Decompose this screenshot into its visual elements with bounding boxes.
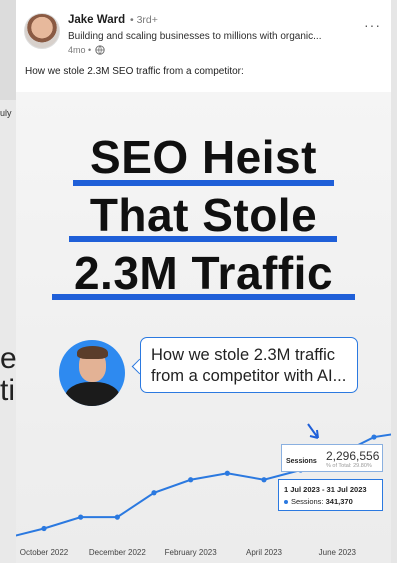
data-point[interactable] xyxy=(261,477,267,483)
chart-tooltip: 1 Jul 2023 - 31 Jul 2023 Sessions: 341,3… xyxy=(278,479,383,511)
tooltip-sessions: Sessions: 341,370 xyxy=(284,497,353,506)
post-age: 4mo • xyxy=(68,45,92,55)
series-dot-icon xyxy=(284,500,288,505)
x-tick-label: February 2023 xyxy=(164,548,217,557)
data-point[interactable] xyxy=(78,514,84,520)
post-meta: 4mo • xyxy=(68,45,105,55)
background-band xyxy=(0,0,16,100)
sessions-label: Sessions xyxy=(286,458,317,465)
quote-bubble-group: How we stole 2.3M traffic from a competi… xyxy=(16,337,391,417)
data-point[interactable] xyxy=(371,434,377,440)
data-point[interactable] xyxy=(151,490,157,496)
author-name[interactable]: Jake Ward xyxy=(68,14,125,26)
arrow-icon xyxy=(307,423,319,439)
sessions-total-box: Sessions 2,296,556 % of Total: 29.80% xyxy=(281,444,383,472)
photo-shirt xyxy=(65,382,120,406)
data-point[interactable] xyxy=(41,525,47,532)
title-underline xyxy=(73,180,334,186)
image-title-line: That Stole xyxy=(89,189,318,241)
sessions-value: 2,296,556 xyxy=(326,449,380,463)
post-header: Jake Ward • 3rd+ Building and scaling bu… xyxy=(16,8,391,60)
title-underline xyxy=(52,294,355,300)
post-text: How we stole 2.3M SEO traffic from a com… xyxy=(25,66,244,77)
tooltip-sessions-label: Sessions: xyxy=(291,497,324,506)
more-options-icon[interactable]: ··· xyxy=(364,18,381,32)
data-point[interactable] xyxy=(224,470,230,476)
x-tick-label: June 2023 xyxy=(318,548,357,557)
background-text-fragment: uly xyxy=(0,108,12,118)
speech-bubble: How we stole 2.3M traffic from a competi… xyxy=(140,337,358,393)
x-tick-label: December 2022 xyxy=(88,548,146,557)
data-point[interactable] xyxy=(188,477,194,483)
x-tick-label: April 2023 xyxy=(245,548,283,557)
background-text-fragment-large: ti xyxy=(0,374,15,407)
background-window-edge: uly e ti xyxy=(0,0,16,563)
speech-bubble-line: How we stole 2.3M traffic xyxy=(151,346,336,364)
image-title-line: SEO Heist xyxy=(90,131,317,183)
data-point[interactable] xyxy=(114,514,120,520)
sessions-percent: % of Total: 29.80% xyxy=(326,463,372,469)
author-avatar[interactable] xyxy=(24,13,60,49)
author-headline: Building and scaling businesses to milli… xyxy=(68,31,322,42)
x-tick-label: October 2022 xyxy=(19,548,69,557)
globe-icon xyxy=(95,45,105,55)
tooltip-sessions-value: 341,370 xyxy=(325,497,353,506)
speech-bubble-line: from a competitor with AI... xyxy=(151,367,347,385)
chart-x-axis: October 2022 December 2022 February 2023 Ap… xyxy=(16,548,391,560)
author-photo xyxy=(59,340,125,406)
title-underline xyxy=(69,236,337,242)
tooltip-date-range: 1 Jul 2023 - 31 Jul 2023 xyxy=(284,485,367,494)
background-text-fragment-large: e xyxy=(0,342,16,375)
background-window-edge-right xyxy=(391,0,397,563)
feed-post-card: Jake Ward • 3rd+ Building and scaling bu… xyxy=(16,0,391,563)
connection-degree: • 3rd+ xyxy=(130,14,158,26)
image-title-line: 2.3M Traffic xyxy=(73,247,334,299)
photo-hair xyxy=(77,346,108,359)
